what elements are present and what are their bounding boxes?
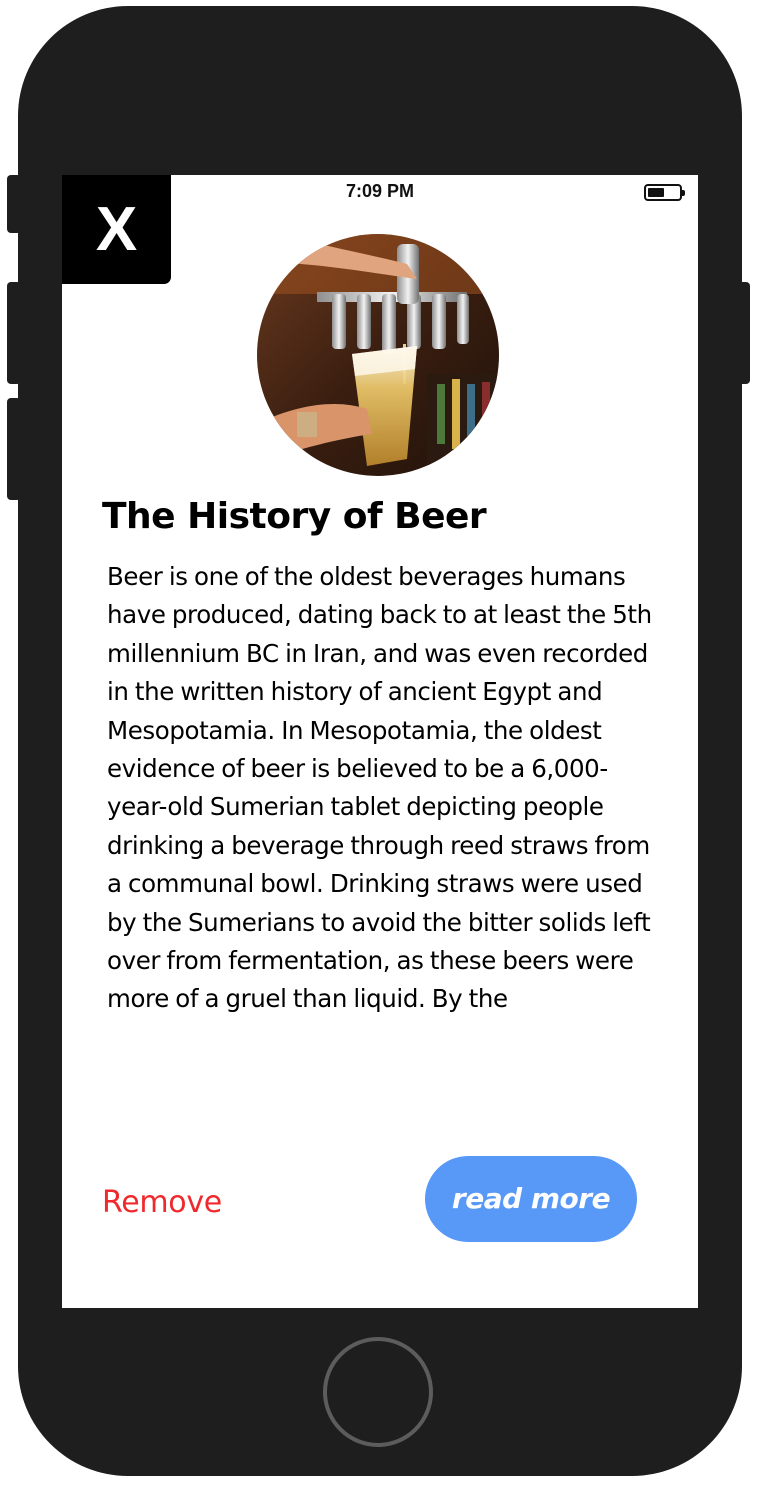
volume-down-button [7,398,21,500]
read-more-button[interactable]: read more [425,1156,637,1242]
battery-fill [648,188,665,197]
volume-up-button [7,282,21,384]
home-button[interactable] [323,1337,433,1447]
battery-icon [644,184,685,201]
beer-tap-image [257,234,499,476]
article-body: Beer is one of the oldest beverages huma… [107,562,652,1014]
power-button [738,282,750,384]
app-screen: 7:09 PM X The History of Beer Beer is on… [62,175,698,1308]
battery-nub [682,190,685,196]
mute-switch [7,175,21,233]
article-title: The History of Beer [102,496,487,537]
remove-button[interactable]: Remove [102,1183,222,1223]
close-button[interactable]: X [62,175,171,284]
